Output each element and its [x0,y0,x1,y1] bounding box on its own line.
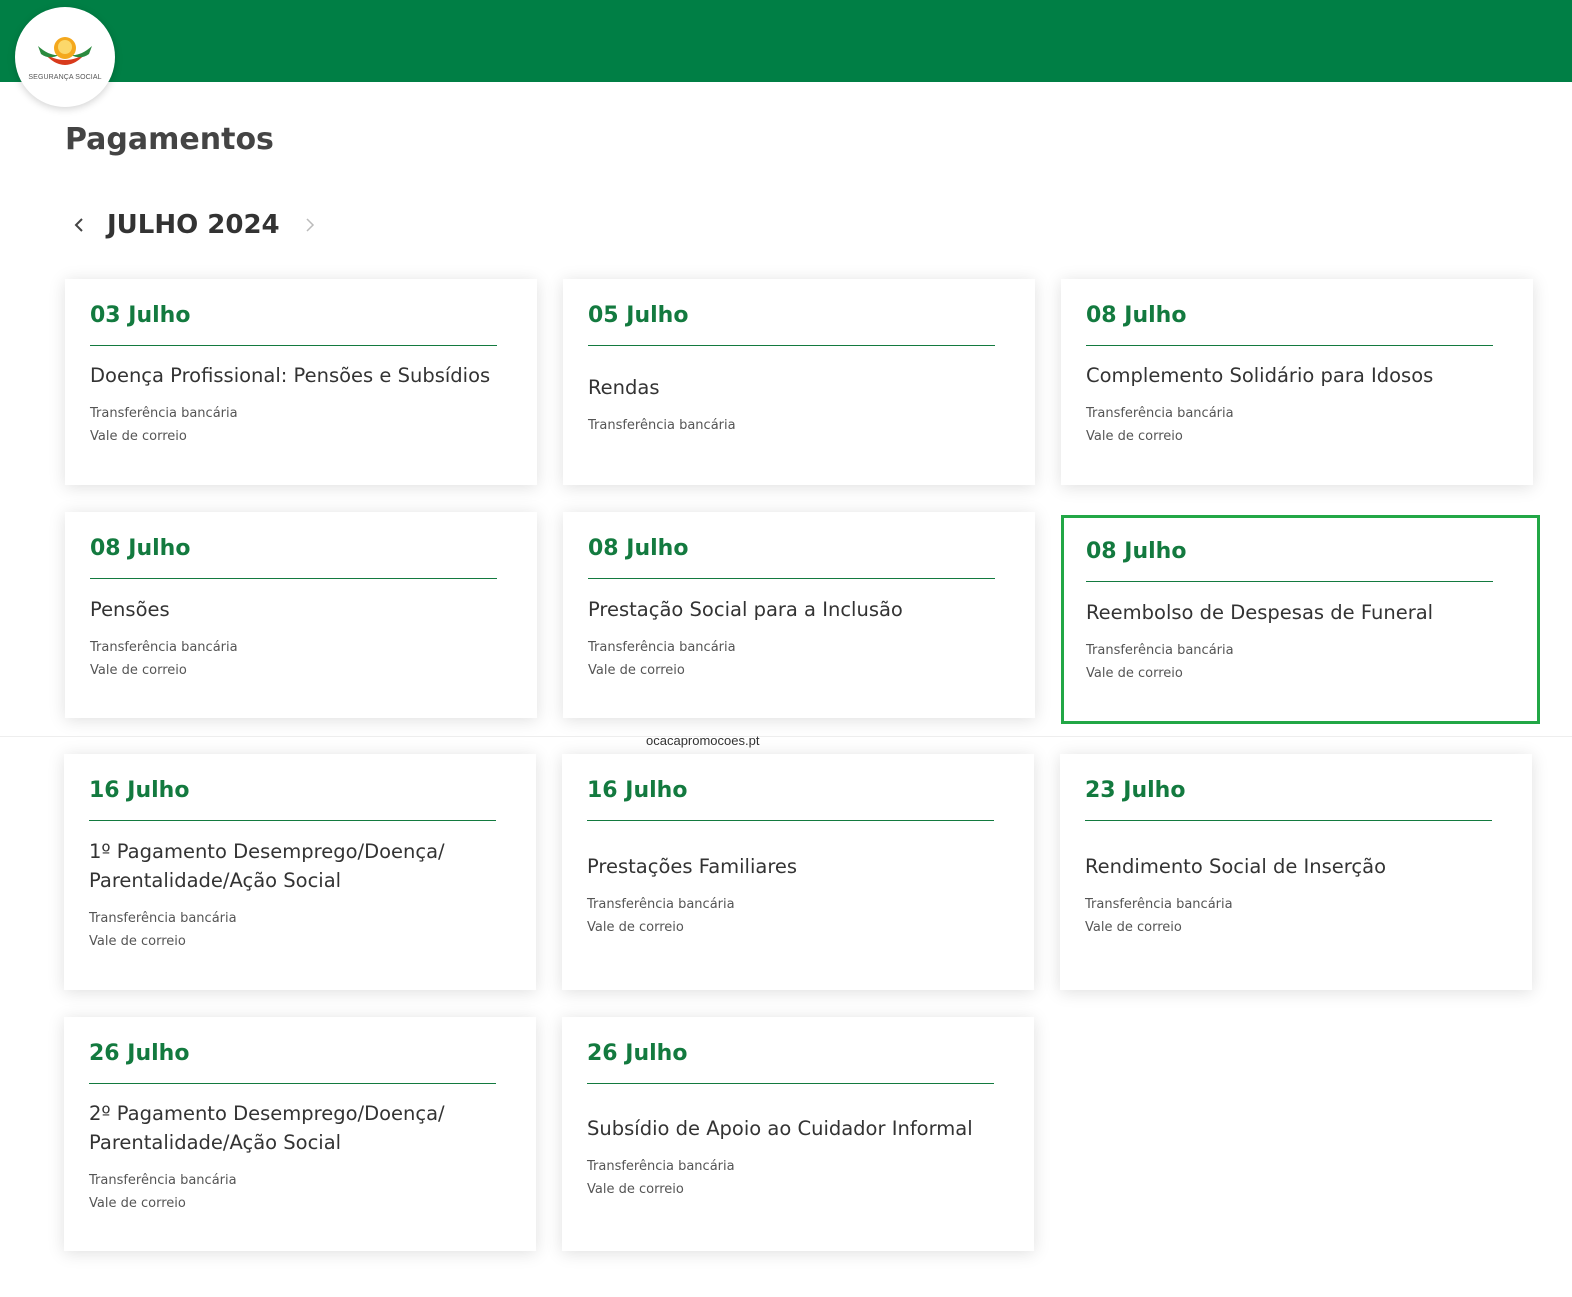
payment-method: Vale de correio [587,920,684,935]
payment-method: Vale de correio [1086,429,1183,444]
card-divider [90,345,497,346]
chevron-left-icon[interactable] [65,205,93,245]
payment-card[interactable]: 03 Julho Doença Profissional: Pensões e … [65,279,537,485]
payment-date: 26 Julho [89,1041,190,1066]
card-divider [1086,581,1493,582]
payment-method: Vale de correio [90,663,187,678]
seguranca-social-logo[interactable]: SEGURANÇA SOCIAL [15,7,115,107]
card-divider [1085,820,1492,821]
card-divider [89,820,496,821]
section-divider [0,736,1572,737]
payment-method: Transferência bancária [587,897,735,912]
payment-date: 08 Julho [90,536,191,561]
payment-method: Vale de correio [1086,666,1183,681]
payment-method: Transferência bancária [1086,643,1234,658]
chevron-right-icon[interactable] [296,205,324,245]
card-divider [1086,345,1493,346]
payment-title: Prestações Familiares [587,855,798,878]
payment-card-highlighted[interactable]: 08 Julho Reembolso de Despesas de Funera… [1061,515,1540,724]
payment-card[interactable]: 23 Julho Rendimento Social de Inserção T… [1060,754,1532,990]
payment-method: Transferência bancária [588,418,736,433]
payment-method: Vale de correio [587,1182,684,1197]
payment-card[interactable]: 08 Julho Prestação Social para a Inclusã… [563,512,1035,718]
watermark-text: ocacapromocoes.pt [646,733,760,748]
payment-method: Transferência bancária [1086,406,1234,421]
card-divider [90,578,497,579]
logo-emblem-icon [38,36,92,65]
month-navigation: JULHO 2024 [65,205,324,245]
month-label: JULHO 2024 [107,210,280,240]
card-divider [89,1083,496,1084]
payment-title: Rendimento Social de Inserção [1085,855,1386,878]
payment-method: Vale de correio [588,663,685,678]
payment-method: Vale de correio [89,1196,186,1211]
payment-method: Transferência bancária [587,1159,735,1174]
top-bar [0,0,1572,82]
page-title: Pagamentos [65,122,274,157]
payment-date: 16 Julho [587,778,688,803]
payment-card[interactable]: 26 Julho Subsídio de Apoio ao Cuidador I… [562,1017,1034,1251]
payment-card[interactable]: 26 Julho 2º Pagamento Desemprego/Doença/… [64,1017,536,1251]
payment-title: Prestação Social para a Inclusão [588,598,903,621]
payment-date: 08 Julho [1086,539,1187,564]
payment-method: Transferência bancária [90,406,238,421]
payment-date: 08 Julho [588,536,689,561]
payment-title: Reembolso de Despesas de Funeral [1086,601,1434,624]
payment-title: Pensões [90,598,170,621]
payment-method: Transferência bancária [89,1173,237,1188]
card-divider [588,578,995,579]
payment-card[interactable]: 05 Julho Rendas Transferência bancária [563,279,1035,485]
payment-title: Rendas [588,376,660,399]
payment-title: Doença Profissional: Pensões e Subsídios [90,364,491,387]
payment-title: 2º Pagamento Desemprego/Doença/ Parental… [89,1102,445,1154]
card-divider [587,820,994,821]
payment-method: Transferência bancária [588,640,736,655]
payment-method: Transferência bancária [89,911,237,926]
payment-card[interactable]: 08 Julho Pensões Transferência bancária … [65,512,537,718]
payment-date: 08 Julho [1086,303,1187,328]
payment-title: 1º Pagamento Desemprego/Doença/ Parental… [89,840,445,892]
payment-date: 03 Julho [90,303,191,328]
payment-method: Vale de correio [1085,920,1182,935]
card-divider [588,345,995,346]
payment-date: 26 Julho [587,1041,688,1066]
payment-method: Vale de correio [89,934,186,949]
payment-method: Transferência bancária [1085,897,1233,912]
payment-method: Vale de correio [90,429,187,444]
logo-text: SEGURANÇA SOCIAL [28,73,102,81]
payment-method: Transferência bancária [90,640,238,655]
payment-date: 16 Julho [89,778,190,803]
payment-card[interactable]: 16 Julho 1º Pagamento Desemprego/Doença/… [64,754,536,990]
card-divider [587,1083,994,1084]
payment-card[interactable]: 08 Julho Complemento Solidário para Idos… [1061,279,1533,485]
payment-title: Complemento Solidário para Idosos [1086,364,1434,387]
payment-date: 23 Julho [1085,778,1186,803]
payment-card[interactable]: 16 Julho Prestações Familiares Transferê… [562,754,1034,990]
payment-title: Subsídio de Apoio ao Cuidador Informal [587,1117,973,1140]
payment-date: 05 Julho [588,303,689,328]
